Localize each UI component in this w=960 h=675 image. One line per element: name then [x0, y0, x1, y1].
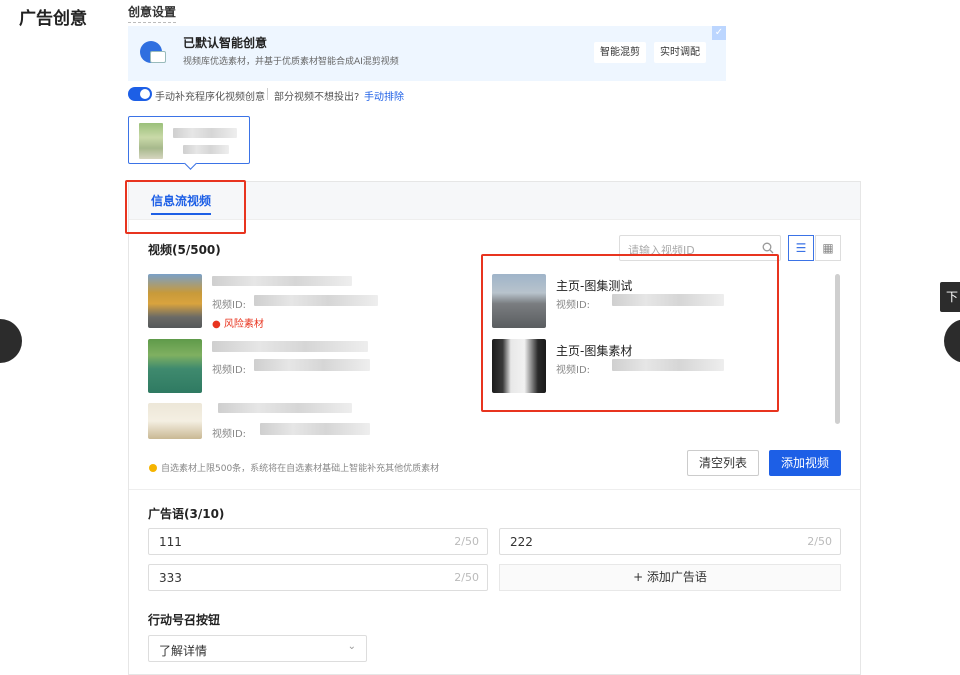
video-id-label: 视频ID:: [556, 300, 591, 311]
divider: [129, 489, 860, 490]
list-item[interactable]: 视频ID: ● 风险素材: [148, 274, 468, 334]
tab-highlight-box: [125, 180, 246, 234]
video-thumbnail: [492, 339, 546, 393]
video-panel: 信息流视频 视频(5/500) 请输入视频ID ☰ ▦ 视频ID: ● 风险素材…: [125, 180, 861, 675]
char-count: 2/50: [807, 535, 832, 548]
list-item[interactable]: 视频ID:: [148, 339, 468, 395]
risk-badge: ● 风险素材: [212, 315, 264, 330]
chevron-down-icon: ⌄: [347, 641, 356, 652]
video-id-label: 视频ID:: [212, 429, 247, 440]
list-item[interactable]: 主页-图集素材 视频ID:: [492, 339, 762, 395]
video-id-redacted: [254, 359, 370, 371]
chip-realtime-adjust[interactable]: 实时调配: [654, 42, 706, 63]
avatar: [139, 123, 163, 159]
list-view-button[interactable]: ☰: [788, 235, 814, 261]
add-video-button[interactable]: 添加视频: [769, 450, 841, 476]
video-list-scrollbar[interactable]: [835, 274, 840, 424]
limit-hint-text: 自选素材上限500条，系统将在自选素材基础上智能补充其他优质素材: [161, 464, 440, 474]
slogan-input[interactable]: 333 2/50: [148, 564, 488, 591]
video-title-redacted: [212, 276, 352, 286]
video-id-redacted: [254, 295, 378, 306]
list-item[interactable]: 视频ID:: [148, 403, 468, 443]
slogan-input[interactable]: 222 2/50: [499, 528, 841, 555]
smart-creative-title: 已默认智能创意: [183, 36, 268, 50]
divider: [267, 88, 268, 100]
cta-selected-value: 了解详情: [159, 644, 208, 658]
clear-list-button[interactable]: 清空列表: [687, 450, 759, 476]
video-thumbnail: [148, 403, 202, 439]
video-id-label: 视频ID:: [212, 300, 247, 311]
char-count: 2/50: [454, 535, 479, 548]
manual-exclude-link[interactable]: 手动排除: [364, 88, 404, 103]
section-label: 创意设置: [128, 5, 177, 23]
video-id-redacted: [612, 294, 724, 306]
account-id-redacted: [183, 145, 229, 154]
chip-smart-mix[interactable]: 智能混剪: [594, 42, 646, 63]
toggle-label: 手动补充程序化视频创意: [155, 92, 265, 103]
video-id-label: 视频ID:: [556, 365, 591, 376]
video-id-redacted: [612, 359, 724, 371]
next-tag[interactable]: 下: [940, 282, 960, 312]
video-id-label: 视频ID:: [212, 365, 247, 376]
manual-video-toggle[interactable]: [128, 87, 152, 101]
video-thumbnail: [148, 339, 202, 393]
page-title: 广告创意: [19, 9, 87, 29]
videos-heading: 视频(5/500): [148, 243, 221, 257]
smart-creative-card[interactable]: 已默认智能创意 视频库优选素材，并基于优质素材智能合成AI混剪视频 智能混剪 实…: [128, 26, 726, 81]
video-title-redacted: [218, 403, 352, 413]
account-selector[interactable]: [128, 116, 250, 164]
risk-icon: ●: [212, 319, 221, 330]
info-icon: [149, 464, 157, 472]
cta-select[interactable]: 了解详情 ⌄: [148, 635, 367, 662]
video-thumbnail: [148, 274, 202, 328]
video-title: 主页-图集素材: [556, 344, 633, 358]
search-icon: [762, 242, 774, 254]
prev-arrow-button[interactable]: [0, 319, 22, 363]
limit-hint: 自选素材上限500条，系统将在自选素材基础上智能补充其他优质素材: [149, 461, 439, 474]
char-count: 2/50: [454, 571, 479, 584]
smart-creative-desc: 视频库优选素材，并基于优质素材智能合成AI混剪视频: [183, 57, 399, 67]
cta-heading: 行动号召按钮: [148, 613, 221, 627]
video-thumbnail: [492, 274, 546, 328]
exclude-question: 部分视频不想投出?: [274, 92, 360, 103]
slogan-value: 333: [159, 571, 182, 585]
add-slogan-button[interactable]: + 添加广告语: [499, 564, 841, 591]
video-title-redacted: [212, 341, 368, 352]
smart-creative-icon: [140, 41, 166, 63]
next-arrow-button[interactable]: [944, 319, 960, 363]
slogan-input[interactable]: 111 2/50: [148, 528, 488, 555]
slogans-heading: 广告语(3/10): [148, 507, 225, 521]
slogan-value: 222: [510, 535, 533, 549]
video-title: 主页-图集测试: [556, 279, 633, 293]
slogan-value: 111: [159, 535, 182, 549]
video-id-redacted: [260, 423, 370, 435]
list-item[interactable]: 主页-图集测试 视频ID:: [492, 274, 762, 330]
risk-label: 风险素材: [223, 319, 264, 330]
grid-view-button[interactable]: ▦: [815, 235, 841, 261]
account-name-redacted: [173, 128, 237, 138]
check-icon: ✓: [712, 26, 726, 40]
